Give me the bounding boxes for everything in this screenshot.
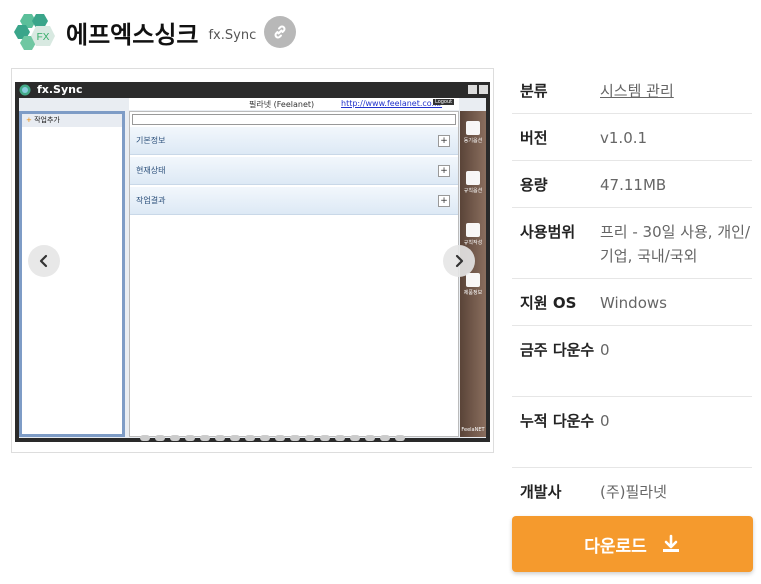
window-body: 필라넷 (Feelanet) http://www.feelanet.co.kr… bbox=[19, 98, 486, 438]
expand-icon: + bbox=[438, 165, 450, 177]
chevron-left-icon bbox=[39, 254, 48, 268]
info-table: 분류 시스템 관리 버전 v1.0.1 용량 47.11MB 사용범위 프리 -… bbox=[512, 68, 752, 515]
carousel-dot[interactable] bbox=[155, 435, 165, 441]
page-title: 에프엑스싱크 bbox=[66, 20, 199, 49]
next-slide-button[interactable] bbox=[443, 245, 475, 277]
site-url: http://www.feelanet.co.kr bbox=[341, 99, 443, 108]
info-row-version: 버전 v1.0.1 bbox=[512, 114, 752, 161]
link-icon bbox=[274, 25, 286, 39]
info-row-developer: 개발사 (주)필라넷 bbox=[520, 483, 667, 501]
carousel-dot[interactable] bbox=[230, 435, 240, 441]
info-icon bbox=[466, 273, 480, 287]
content-input bbox=[132, 114, 456, 125]
rule-options-tool: 규칙옵션 bbox=[460, 171, 486, 194]
carousel-dot[interactable] bbox=[185, 435, 195, 441]
download-label: 다운로드 bbox=[584, 536, 647, 557]
carousel-dot[interactable] bbox=[305, 435, 315, 441]
info-row-category: 분류 시스템 관리 bbox=[512, 68, 752, 114]
carousel-dot[interactable] bbox=[395, 435, 405, 441]
carousel-indicators[interactable] bbox=[140, 435, 405, 441]
download-icon bbox=[662, 534, 679, 552]
carousel-dot[interactable] bbox=[380, 435, 390, 441]
category-link[interactable]: 시스템 관리 bbox=[600, 79, 750, 101]
expand-icon: + bbox=[438, 195, 450, 207]
carousel-dot[interactable] bbox=[245, 435, 255, 441]
window-titlebar: fx.Sync bbox=[15, 82, 490, 98]
carousel-dot[interactable] bbox=[290, 435, 300, 441]
carousel-dot[interactable] bbox=[320, 435, 330, 441]
carousel-dot[interactable] bbox=[170, 435, 180, 441]
minimize-icon bbox=[468, 85, 477, 94]
list-item: 현재상태 + bbox=[130, 157, 458, 185]
gear-icon bbox=[466, 121, 480, 135]
download-button[interactable]: 다운로드 bbox=[512, 516, 753, 572]
checklist-icon bbox=[466, 171, 480, 185]
plus-icon: + bbox=[26, 116, 32, 124]
logout-badge: Logout bbox=[433, 99, 455, 105]
edit-icon bbox=[466, 223, 480, 237]
window-title: fx.Sync bbox=[37, 83, 83, 96]
user-label: 필라넷 (Feelanet) bbox=[249, 100, 315, 109]
carousel-dot[interactable] bbox=[215, 435, 225, 441]
list-item: 작업결과 + bbox=[130, 187, 458, 215]
list-item: 기본정보 + bbox=[130, 127, 458, 155]
globe-icon bbox=[19, 84, 31, 96]
content-panel: 기본정보 + 현재상태 + 작업결과 + bbox=[129, 111, 459, 437]
rule-edit-tool: 규칙작성 bbox=[460, 223, 486, 246]
brand-footer: FeelaNET bbox=[461, 427, 485, 433]
prev-slide-button[interactable] bbox=[28, 245, 60, 277]
logo-text: FX bbox=[37, 32, 50, 43]
info-row-size: 용량 47.11MB bbox=[512, 161, 752, 208]
app-header: FX 에프엑스싱크 fx.Sync bbox=[10, 8, 297, 56]
info-row-total-downloads: 누적 다운수 0 bbox=[512, 397, 752, 468]
expand-icon: + bbox=[438, 135, 450, 147]
app-logo: FX bbox=[10, 8, 58, 56]
info-bar: 필라넷 (Feelanet) http://www.feelanet.co.kr… bbox=[129, 98, 459, 110]
add-task-label: 작업추가 bbox=[34, 116, 60, 124]
info-row-os: 지원 OS Windows bbox=[512, 279, 752, 326]
sync-options-tool: 동기옵션 bbox=[460, 121, 486, 144]
carousel-dot[interactable] bbox=[140, 435, 150, 441]
info-row-license: 사용범위 프리 - 30일 사용, 개인/기업, 국내/국외 bbox=[512, 208, 752, 279]
carousel-dot[interactable] bbox=[350, 435, 360, 441]
screenshot-carousel: fx.Sync 필라넷 (Feelanet) http://www.feelan… bbox=[11, 68, 494, 453]
product-info-tool: 제품정보 bbox=[460, 273, 486, 296]
carousel-dot[interactable] bbox=[275, 435, 285, 441]
carousel-dot[interactable] bbox=[260, 435, 270, 441]
info-row-weekly-downloads: 금주 다운수 0 bbox=[512, 326, 752, 397]
app-screenshot: fx.Sync 필라넷 (Feelanet) http://www.feelan… bbox=[15, 82, 490, 442]
page-subtitle: fx.Sync bbox=[208, 27, 257, 43]
carousel-dot[interactable] bbox=[335, 435, 345, 441]
close-icon bbox=[479, 85, 488, 94]
copy-link-button[interactable] bbox=[264, 16, 297, 48]
carousel-dot[interactable] bbox=[365, 435, 375, 441]
chevron-right-icon bbox=[455, 254, 464, 268]
carousel-dot[interactable] bbox=[200, 435, 210, 441]
task-panel-header: + 작업추가 bbox=[22, 114, 122, 127]
